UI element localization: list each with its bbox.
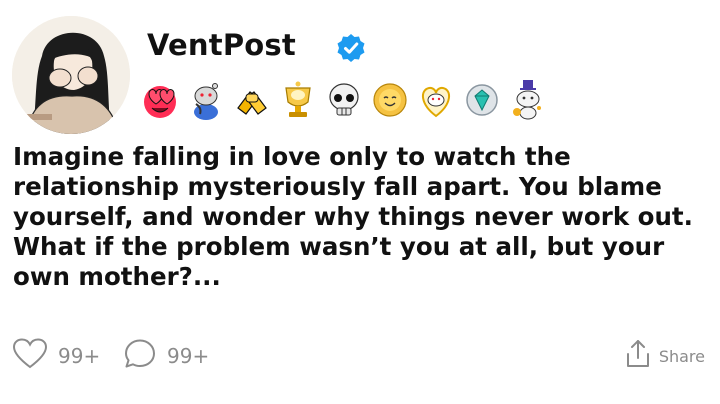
gold-trophy-award-icon[interactable] (278, 78, 318, 122)
share-icon (625, 339, 651, 373)
author-name[interactable]: VentPost (147, 28, 296, 62)
top-hat-snoo-award-icon[interactable] (508, 78, 548, 122)
comment-count: 99+ (167, 344, 210, 368)
comment-bubble-icon (123, 338, 157, 374)
avatar[interactable] (12, 16, 130, 134)
share-button[interactable]: Share (625, 336, 705, 376)
thinking-snoo-award-icon[interactable] (186, 78, 226, 122)
heart-icon (12, 338, 48, 374)
wholesome-heart-award-icon[interactable] (416, 78, 456, 122)
helping-hands-award-icon[interactable] (232, 78, 272, 122)
gem-award-icon[interactable] (462, 78, 502, 122)
post-body-text: Imagine falling in love only to watch th… (13, 142, 693, 291)
post-actions-bar: 99+ 99+ Share (0, 336, 720, 376)
sun-face-award-icon[interactable] (370, 78, 410, 122)
share-label: Share (658, 346, 705, 366)
comment-button[interactable]: 99+ (123, 336, 209, 376)
like-button[interactable]: 99+ (12, 336, 100, 376)
verified-badge-icon (336, 33, 366, 63)
post-card: VentPost Imagine falling in love only to… (0, 0, 720, 404)
skull-award-icon[interactable] (324, 78, 364, 122)
heart-eyes-award-icon[interactable] (140, 78, 180, 122)
like-count: 99+ (58, 344, 101, 368)
